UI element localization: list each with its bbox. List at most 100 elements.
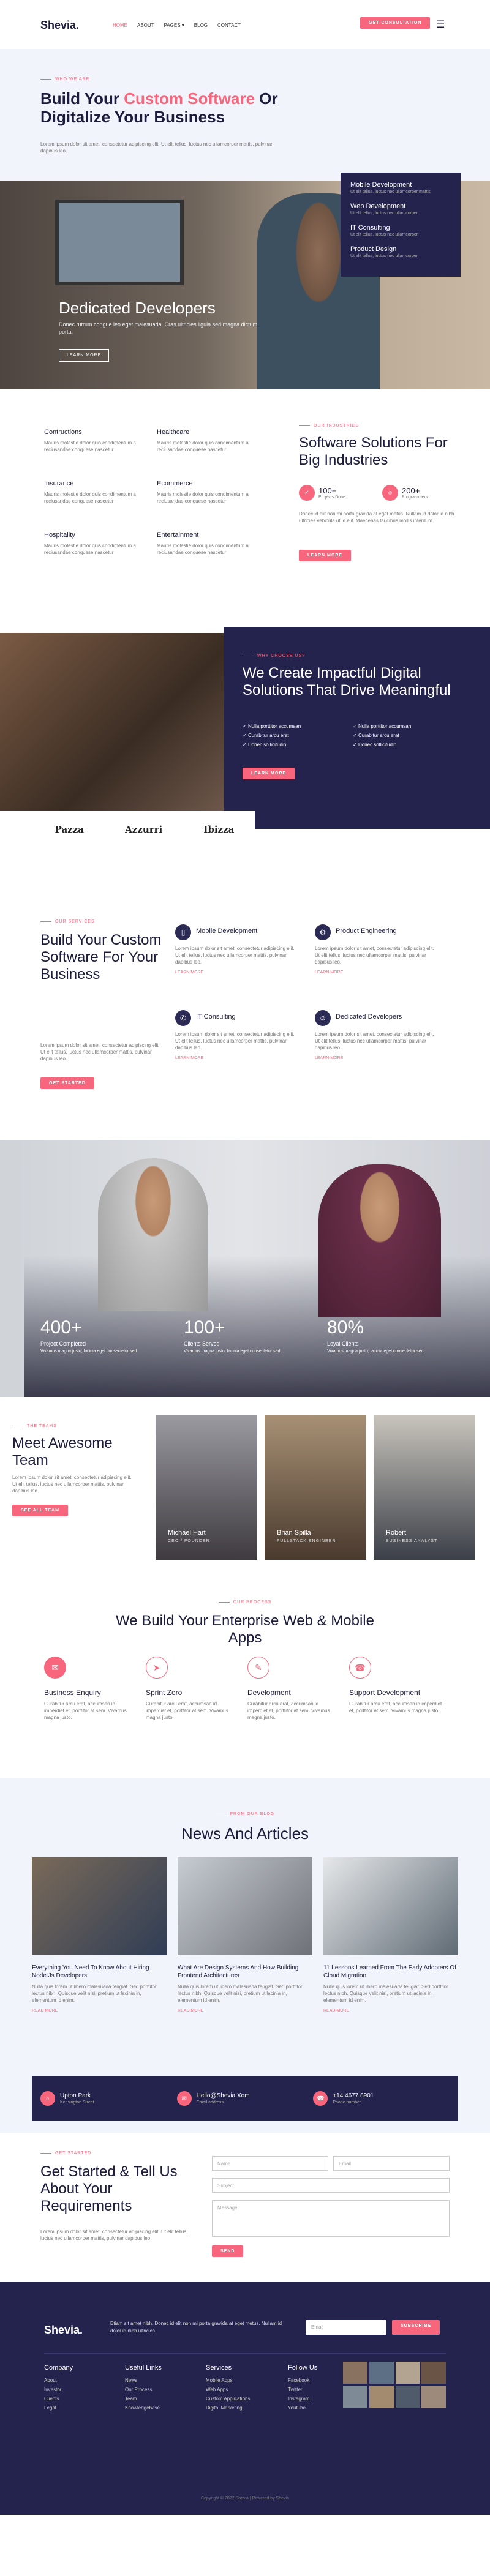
choose-learn-more-button[interactable]: LEARN MORE [243,768,295,779]
contact-phone[interactable]: ☎ +14 4677 8901 Phone number [313,2091,450,2106]
news-tag: FROM OUR BLOG [0,1812,490,1816]
industries-section: Contructions Mauris molestie dolor quis c… [0,389,490,627]
banner-text: Donec rutrum congue leo eget malesuada. … [59,321,258,335]
newsletter-email-input[interactable]: Email [306,2320,386,2335]
site-footer: Shevia. Etiam sit amet nibh. Donec id el… [0,2282,490,2515]
footer-link[interactable]: News [125,2378,162,2383]
nav-home[interactable]: HOME [113,23,127,28]
service-card: ⚙ Product Engineering Lorem ipsum dolor s… [315,924,437,975]
footer-link[interactable]: Twitter [288,2387,317,2392]
news-card: What Are Design Systems And How Building… [178,1857,312,2013]
consultation-button[interactable]: GET CONSULTATION [360,17,431,29]
footer-link[interactable]: Legal [44,2405,73,2411]
gallery-image[interactable] [421,2386,446,2408]
footer-col-company: Company About Investor Clients Legal [44,2364,74,2411]
banner-learn-more-button[interactable]: LEARN MORE [59,349,110,362]
get-started-button[interactable]: GET STARTED [40,1077,94,1089]
subject-field[interactable]: Subject [212,2178,450,2193]
nav-pages[interactable]: PAGES ▾ [164,23,184,28]
read-more-link[interactable]: READ MORE [32,2009,167,2013]
footer-link[interactable]: Instagram [288,2396,317,2402]
footer-logo[interactable]: Shevia. [44,2324,83,2337]
gallery-image[interactable] [421,2362,446,2384]
learn-more-link[interactable]: LEARN MORE [315,1056,437,1060]
footer-link[interactable]: Web Apps [206,2387,250,2392]
process-title: We Build Your Enterprise Web & Mobile Ap… [115,1612,374,1646]
read-more-link[interactable]: READ MORE [178,2009,312,2013]
see-all-team-button[interactable]: SEE ALL TEAM [12,1505,68,1516]
member-name: Robert [386,1529,407,1537]
email-field[interactable]: Email [333,2156,450,2171]
news-title: News And Articles [181,1824,309,1843]
email-icon: ✉ [176,2091,192,2106]
message-field[interactable]: Message [212,2200,450,2237]
footer-link[interactable]: About [44,2378,73,2383]
footer-link[interactable]: Facebook [288,2378,317,2383]
services-title: Build Your Custom Software For Your Busi… [40,932,162,983]
menu-item-product[interactable]: Product Design Ut elit tellus, luctus nec… [350,245,451,258]
list-item: ✓ Nulla porttitor accumsan [243,724,301,729]
footer-link[interactable]: Our Process [125,2387,162,2392]
news-image[interactable] [178,1857,312,1955]
footer-link[interactable]: Clients [44,2396,73,2402]
news-card: 11 Lessons Learned From The Early Adopte… [323,1857,458,2013]
nav-contact[interactable]: CONTACT [217,23,241,28]
contact-email[interactable]: ✉ Hello@Shevia.Xom Email address [176,2091,314,2106]
support-icon: ☎ [349,1657,371,1679]
read-more-link[interactable]: READ MORE [323,2009,458,2013]
menu-item-it[interactable]: IT Consulting Ut elit tellus, luctus nec … [350,224,451,237]
hero-tag: WHO WE ARE [40,77,89,81]
gallery-image[interactable] [369,2386,394,2408]
nav-blog[interactable]: BLOG [194,23,208,28]
footer-link[interactable]: Youtube [288,2405,317,2411]
member-name: Brian Spilla [277,1529,311,1537]
industry-item: Ecommerce Mauris molestie dolor quis cond… [157,480,249,504]
enquiry-icon: ✉ [44,1657,66,1679]
client-logos: Pazza Azzurri Ibizza [34,811,255,848]
service-card: ▯ Mobile Development Lorem ipsum dolor si… [175,924,298,975]
menu-item-mobile[interactable]: Mobile Development Ut elit tellus, luctus… [350,181,451,194]
services-section: OUR SERVICES Build Your Custom Software … [0,883,490,1140]
gallery-image[interactable] [395,2362,420,2384]
news-title-link[interactable]: Everything You Need To Know About Hiring… [32,1964,167,1980]
gallery-image[interactable] [395,2386,420,2408]
member-role: BUSINESS ANALYST [386,1539,438,1543]
footer-link[interactable]: Knowledgebase [125,2405,162,2411]
team-card[interactable]: Robert BUSINESS ANALYST [374,1415,475,1560]
menu-item-web[interactable]: Web Development Ut elit tellus, luctus ne… [350,203,451,215]
gallery-image[interactable] [343,2386,368,2408]
footer-link[interactable]: Custom Applications [206,2396,250,2402]
nav-about[interactable]: ABOUT [137,23,154,28]
logo[interactable]: Shevia. [40,19,79,32]
monitor-image [55,200,184,285]
news-image[interactable] [323,1857,458,1955]
news-title-link[interactable]: What Are Design Systems And How Building… [178,1964,312,1980]
name-field[interactable]: Name [212,2156,328,2171]
learn-more-link[interactable]: LEARN MORE [175,1056,298,1060]
team-card[interactable]: Michael Hart CEO / FOUNDER [156,1415,257,1560]
menu-icon[interactable]: ☰ [436,18,445,31]
gallery-image[interactable] [369,2362,394,2384]
logo-pazza: Pazza [55,824,84,835]
developers-icon: ☺ [315,1010,331,1026]
news-title-link[interactable]: 11 Lessons Learned From The Early Adopte… [323,1964,458,1980]
industries-text: Donec id elit non mi porta gravida at eg… [299,511,454,523]
contact-title: Get Started & Tell Us About Your Require… [40,2163,178,2214]
process-section: OUR PROCESS We Build Your Enterprise Web… [0,1581,490,1778]
footer-link[interactable]: Digital Marketing [206,2405,250,2411]
learn-more-link[interactable]: LEARN MORE [315,970,437,975]
subscribe-button[interactable]: SUBSCRIBE [392,2320,440,2335]
footer-link[interactable]: Team [125,2396,162,2402]
logo-ibizza: Ibizza [203,824,235,835]
footer-link[interactable]: Mobile Apps [206,2378,250,2383]
footer-link[interactable]: Investor [44,2387,73,2392]
learn-more-link[interactable]: LEARN MORE [175,970,298,975]
team-card[interactable]: Brian Spilla FULLSTACK ENGINEER [265,1415,366,1560]
service-card: ☺ Dedicated Developers Lorem ipsum dolor … [315,1010,437,1060]
industries-learn-more-button[interactable]: LEARN MORE [299,550,352,561]
send-button[interactable]: SEND [212,2245,244,2257]
news-image[interactable] [32,1857,167,1955]
contact-text: Lorem ipsum dolor sit amet, consectetur … [40,2229,188,2241]
gallery-image[interactable] [343,2362,368,2384]
team-section: THE TEAMS Meet Awesome Team Lorem ipsum … [0,1397,490,1581]
